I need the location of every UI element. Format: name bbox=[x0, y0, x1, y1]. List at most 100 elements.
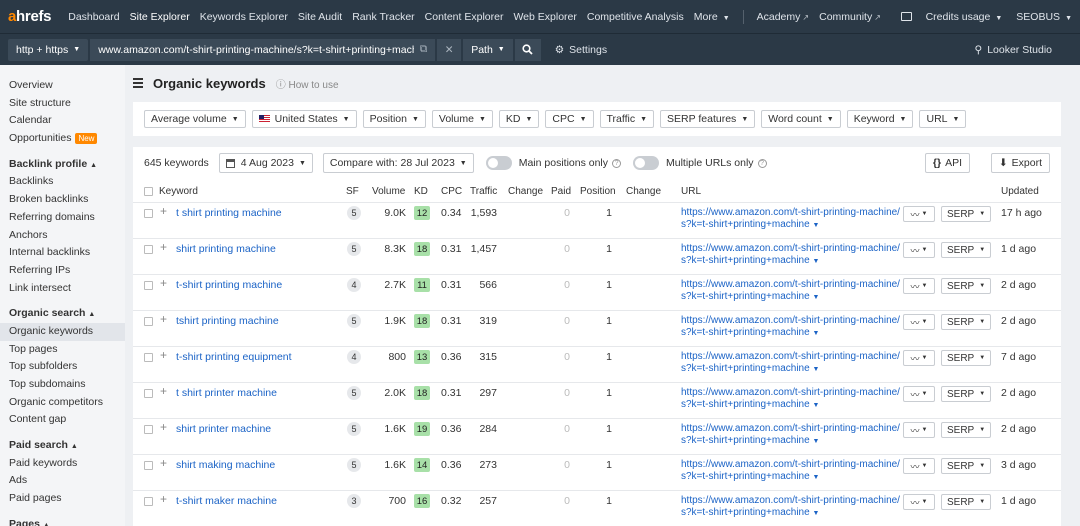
trend-chart-button[interactable]: 〰 ▼ bbox=[903, 206, 935, 222]
looker-studio-link[interactable]: ⚲ Looker Studio bbox=[975, 34, 1053, 66]
serp-button[interactable]: SERP ▼ bbox=[941, 278, 992, 294]
sidebar-item-top-subdomains[interactable]: Top subdomains bbox=[0, 376, 125, 394]
sidebar-section-backlink-profile[interactable]: Backlink profile ▲ bbox=[0, 156, 125, 174]
ranking-url-link[interactable]: https://www.amazon.com/t-shirt-printing-… bbox=[681, 207, 900, 232]
select-all-checkbox[interactable] bbox=[144, 187, 153, 196]
serp-button[interactable]: SERP ▼ bbox=[941, 242, 992, 258]
sidebar-section-organic-search[interactable]: Organic search ▲ bbox=[0, 305, 125, 323]
sidebar-item-top-subfolders[interactable]: Top subfolders bbox=[0, 358, 125, 376]
row-checkbox[interactable] bbox=[144, 245, 153, 254]
row-checkbox[interactable] bbox=[144, 209, 153, 218]
nav-web-explorer[interactable]: Web Explorer bbox=[508, 11, 581, 23]
keyword-link[interactable]: t-shirt maker machine bbox=[176, 495, 277, 507]
sidebar-item-ads[interactable]: Ads bbox=[0, 472, 125, 490]
search-button[interactable] bbox=[514, 38, 541, 61]
nav-site-audit[interactable]: Site Audit bbox=[293, 11, 347, 23]
filter-keyword[interactable]: Keyword ▼ bbox=[846, 110, 914, 128]
ranking-url-link[interactable]: https://www.amazon.com/t-shirt-printing-… bbox=[681, 459, 900, 484]
serp-button[interactable]: SERP ▼ bbox=[941, 494, 992, 510]
col-traffic-change[interactable]: Change bbox=[508, 186, 543, 197]
row-checkbox[interactable] bbox=[144, 317, 153, 326]
row-checkbox[interactable] bbox=[144, 425, 153, 434]
main-positions-toggle[interactable] bbox=[485, 156, 512, 170]
mode-select[interactable]: Path ▼ bbox=[463, 38, 513, 61]
serp-features-count[interactable]: 4 bbox=[347, 278, 361, 292]
col-kd[interactable]: KD bbox=[414, 186, 428, 197]
ranking-url-link[interactable]: https://www.amazon.com/t-shirt-printing-… bbox=[681, 387, 900, 412]
sidebar-item-content-gap[interactable]: Content gap bbox=[0, 411, 125, 429]
filter-average-volume[interactable]: Average volume ▼ bbox=[144, 110, 246, 128]
filter-cpc[interactable]: CPC ▼ bbox=[545, 110, 594, 128]
account-menu[interactable]: SEOBUS ▼ bbox=[1016, 11, 1072, 23]
keyword-link[interactable]: tshirt printing machine bbox=[176, 315, 279, 327]
col-updated[interactable]: Updated bbox=[1001, 186, 1039, 197]
serp-features-count[interactable]: 5 bbox=[347, 458, 361, 472]
sidebar-item-paid-keywords[interactable]: Paid keywords bbox=[0, 455, 125, 473]
keyword-link[interactable]: shirt printer machine bbox=[176, 423, 271, 435]
sidebar-section-pages[interactable]: Pages ▲ bbox=[0, 516, 125, 526]
keyword-link[interactable]: shirt making machine bbox=[176, 459, 275, 471]
col-paid[interactable]: Paid bbox=[551, 186, 571, 197]
export-button[interactable]: ⬇ Export bbox=[990, 153, 1050, 173]
filter-kd[interactable]: KD ▼ bbox=[498, 110, 540, 128]
help-icon[interactable]: ? bbox=[612, 158, 622, 168]
sidebar-item-anchors[interactable]: Anchors bbox=[0, 227, 125, 245]
serp-button[interactable]: SERP ▼ bbox=[941, 350, 992, 366]
keyword-link[interactable]: t-shirt printing machine bbox=[176, 279, 282, 291]
multiple-urls-toggle[interactable] bbox=[633, 156, 660, 170]
serp-button[interactable]: SERP ▼ bbox=[941, 206, 992, 222]
serp-features-count[interactable]: 4 bbox=[347, 350, 361, 364]
sidebar-item-paid-pages[interactable]: Paid pages bbox=[0, 490, 125, 508]
help-icon[interactable]: ? bbox=[757, 158, 767, 168]
row-checkbox[interactable] bbox=[144, 461, 153, 470]
nav-dashboard[interactable]: Dashboard bbox=[63, 11, 124, 23]
trend-chart-button[interactable]: 〰 ▼ bbox=[903, 494, 935, 510]
target-url-input[interactable]: www.amazon.com/t-shirt-printing-machine/… bbox=[90, 38, 436, 61]
sidebar-item-calendar[interactable]: Calendar bbox=[0, 112, 125, 130]
col-position[interactable]: Position bbox=[580, 186, 616, 197]
col-volume[interactable]: Volume bbox=[372, 186, 405, 197]
add-to-list-icon[interactable]: + bbox=[160, 312, 167, 326]
ranking-url-link[interactable]: https://www.amazon.com/t-shirt-printing-… bbox=[681, 351, 900, 376]
sidebar-item-link-intersect[interactable]: Link intersect bbox=[0, 280, 125, 298]
col-traffic[interactable]: Traffic bbox=[470, 186, 497, 197]
filter-country[interactable]: United States ▼ bbox=[251, 110, 357, 128]
add-to-list-icon[interactable]: + bbox=[160, 384, 167, 398]
sidebar-item-internal-backlinks[interactable]: Internal backlinks bbox=[0, 244, 125, 262]
sidebar-item-referring-domains[interactable]: Referring domains bbox=[0, 209, 125, 227]
credits-usage-menu[interactable]: Credits usage ▼ bbox=[926, 11, 1003, 23]
add-to-list-icon[interactable]: + bbox=[160, 456, 167, 470]
keyword-link[interactable]: t shirt printer machine bbox=[176, 387, 277, 399]
filter-position[interactable]: Position ▼ bbox=[362, 110, 426, 128]
keyword-link[interactable]: t shirt printing machine bbox=[176, 207, 282, 219]
add-to-list-icon[interactable]: + bbox=[160, 204, 167, 218]
sidebar-item-overview[interactable]: Overview bbox=[0, 77, 125, 95]
add-to-list-icon[interactable]: + bbox=[160, 348, 167, 362]
monitor-icon[interactable] bbox=[900, 12, 912, 21]
trend-chart-button[interactable]: 〰 ▼ bbox=[903, 314, 935, 330]
trend-chart-button[interactable]: 〰 ▼ bbox=[903, 458, 935, 474]
filter-volume[interactable]: Volume ▼ bbox=[431, 110, 493, 128]
serp-features-count[interactable]: 5 bbox=[347, 242, 361, 256]
add-to-list-icon[interactable]: + bbox=[160, 420, 167, 434]
menu-icon[interactable] bbox=[133, 76, 143, 90]
serp-button[interactable]: SERP ▼ bbox=[941, 458, 992, 474]
nav-site-explorer[interactable]: Site Explorer bbox=[125, 11, 195, 23]
filter-serp-features[interactable]: SERP features ▼ bbox=[660, 110, 756, 128]
ranking-url-link[interactable]: https://www.amazon.com/t-shirt-printing-… bbox=[681, 423, 900, 448]
serp-features-count[interactable]: 3 bbox=[347, 494, 361, 508]
protocol-select[interactable]: http + https ▼ bbox=[8, 38, 89, 61]
sidebar-section-paid-search[interactable]: Paid search ▲ bbox=[0, 437, 125, 455]
add-to-list-icon[interactable]: + bbox=[160, 492, 167, 506]
row-checkbox[interactable] bbox=[144, 281, 153, 290]
serp-button[interactable]: SERP ▼ bbox=[941, 422, 992, 438]
sidebar-item-site-structure[interactable]: Site structure bbox=[0, 95, 125, 113]
compare-date-picker[interactable]: Compare with: 28 Jul 2023 ▼ bbox=[322, 153, 474, 173]
nav-community[interactable]: Community ↗ bbox=[814, 11, 886, 23]
settings-button[interactable]: ⚙ Settings bbox=[555, 44, 607, 56]
ahrefs-logo[interactable]: ahrefs bbox=[8, 8, 52, 25]
row-checkbox[interactable] bbox=[144, 353, 153, 362]
sidebar-item-broken-backlinks[interactable]: Broken backlinks bbox=[0, 191, 125, 209]
sidebar-item-organic-competitors[interactable]: Organic competitors bbox=[0, 394, 125, 412]
nav-keywords-explorer[interactable]: Keywords Explorer bbox=[195, 11, 293, 23]
